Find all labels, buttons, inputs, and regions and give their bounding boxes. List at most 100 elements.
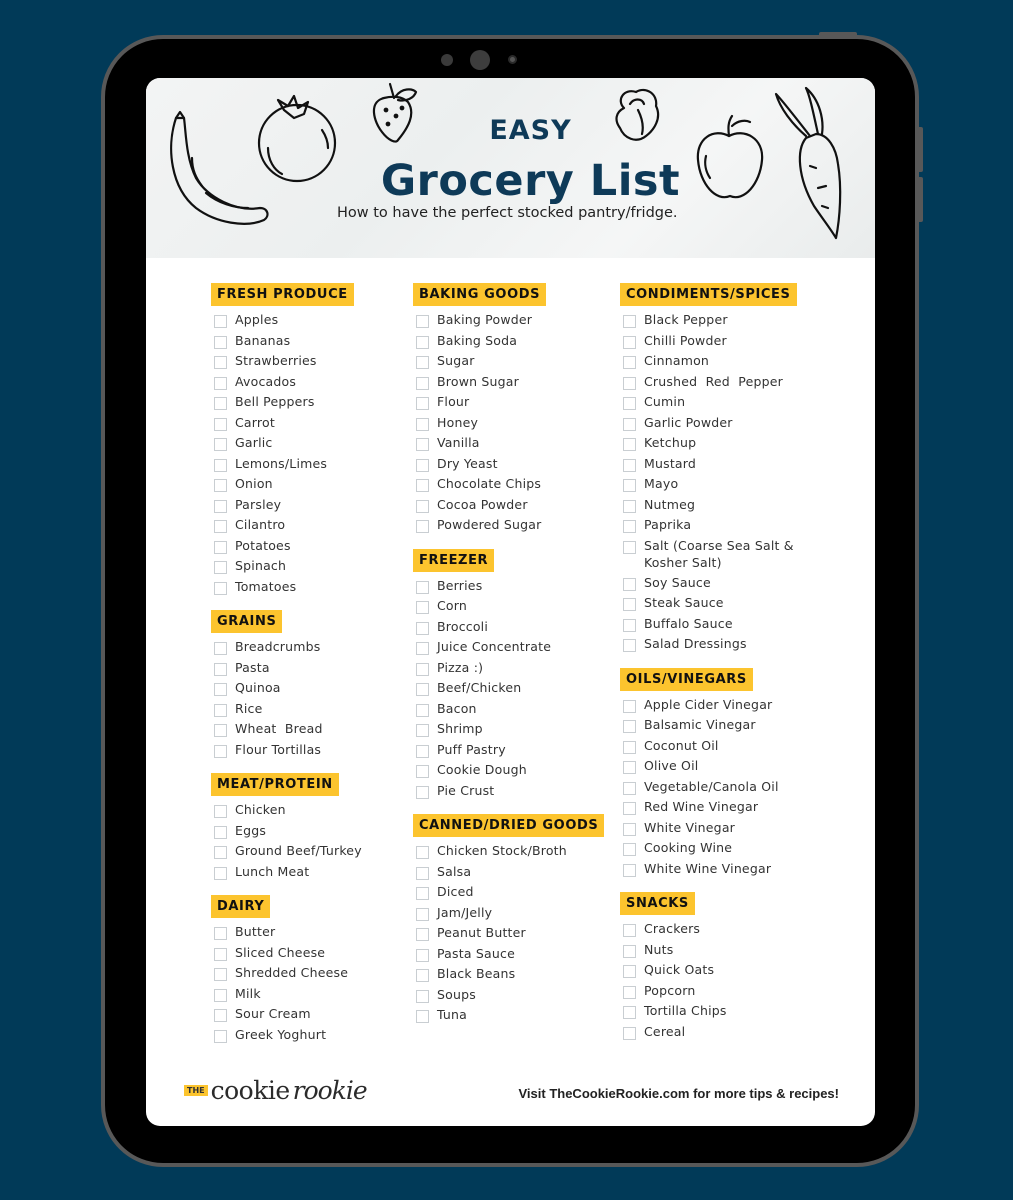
item-checkbox[interactable] [623,924,636,937]
item-label: Cumin [644,394,686,409]
item-checkbox[interactable] [623,843,636,856]
item-checkbox[interactable] [416,580,429,594]
item-checkbox[interactable] [416,315,429,328]
item-checkbox[interactable] [416,662,429,676]
item-checkbox[interactable] [623,577,636,591]
cookie-rookie-logo[interactable]: THE cookie rookie [184,1076,368,1105]
item-checkbox[interactable] [416,479,429,492]
item-checkbox[interactable] [416,907,429,921]
item-checkbox[interactable] [214,927,227,940]
item-checkbox[interactable] [416,601,429,614]
item-label: Olive Oil [644,758,699,773]
item-checkbox[interactable] [623,720,636,733]
item-checkbox[interactable] [416,744,429,758]
item-checkbox[interactable] [214,438,227,451]
item-checkbox[interactable] [214,947,227,961]
item-checkbox[interactable] [623,699,636,713]
item-checkbox[interactable] [623,740,636,754]
item-checkbox[interactable] [623,315,636,328]
item-checkbox[interactable] [214,520,227,533]
item-checkbox[interactable] [214,397,227,410]
item-checkbox[interactable] [416,948,429,962]
item-checkbox[interactable] [623,376,636,390]
item-checkbox[interactable] [623,356,636,369]
item-label: Eggs [235,822,267,838]
item-checkbox[interactable] [623,479,636,492]
item-checkbox[interactable] [623,863,636,877]
item-checkbox[interactable] [416,866,429,880]
item-checkbox[interactable] [214,376,227,390]
item-label: Popcorn [644,982,696,998]
item-checkbox[interactable] [214,642,227,655]
item-checkbox[interactable] [214,561,227,574]
item-checkbox[interactable] [416,499,429,513]
item-checkbox[interactable] [214,540,227,554]
item-checkbox[interactable] [416,417,429,431]
website-link[interactable]: Visit TheCookieRookie.com for more tips … [518,1086,839,1101]
item-checkbox[interactable] [214,315,227,328]
item-checkbox[interactable] [416,335,429,349]
item-checkbox[interactable] [416,785,429,799]
item-checkbox[interactable] [214,1009,227,1022]
item-checkbox[interactable] [416,703,429,717]
item-checkbox[interactable] [214,335,227,349]
item-checkbox[interactable] [214,479,227,492]
item-checkbox[interactable] [416,1010,429,1023]
item-checkbox[interactable] [416,438,429,451]
item-checkbox[interactable] [623,520,636,533]
item-checkbox[interactable] [623,761,636,774]
item-checkbox[interactable] [214,458,227,472]
item-checkbox[interactable] [416,989,429,1003]
item-checkbox[interactable] [623,458,636,472]
item-checkbox[interactable] [623,639,636,652]
item-checkbox[interactable] [623,438,636,451]
item-checkbox[interactable] [623,781,636,795]
item-checkbox[interactable] [416,846,429,859]
item-checkbox[interactable] [214,1029,227,1043]
item-checkbox[interactable] [416,765,429,778]
item-checkbox[interactable] [214,662,227,676]
item-checkbox[interactable] [416,376,429,390]
item-checkbox[interactable] [214,968,227,981]
item-checkbox[interactable] [416,683,429,696]
item-checkbox[interactable] [623,1006,636,1019]
item-checkbox[interactable] [416,520,429,533]
item-checkbox[interactable] [214,825,227,839]
item-checkbox[interactable] [214,805,227,818]
item-checkbox[interactable] [623,417,636,431]
item-checkbox[interactable] [623,822,636,836]
item-checkbox[interactable] [623,540,636,554]
item-checkbox[interactable] [214,988,227,1002]
item-checkbox[interactable] [416,356,429,369]
item-checkbox[interactable] [214,356,227,369]
item-checkbox[interactable] [623,965,636,978]
item-checkbox[interactable] [214,581,227,595]
item-checkbox[interactable] [623,985,636,999]
item-checkbox[interactable] [623,499,636,513]
item-checkbox[interactable] [416,887,429,900]
item-checkbox[interactable] [416,642,429,655]
item-checkbox[interactable] [623,397,636,410]
item-checkbox[interactable] [214,866,227,880]
item-checkbox[interactable] [416,458,429,472]
item-checkbox[interactable] [416,621,429,635]
list-item: Honey [413,414,604,435]
item-checkbox[interactable] [416,928,429,941]
item-checkbox[interactable] [214,499,227,513]
item-checkbox[interactable] [623,598,636,611]
item-checkbox[interactable] [623,335,636,349]
item-checkbox[interactable] [214,724,227,737]
item-checkbox[interactable] [623,1026,636,1040]
item-checkbox[interactable] [214,683,227,696]
item-checkbox[interactable] [623,618,636,632]
item-checkbox[interactable] [416,724,429,737]
item-checkbox[interactable] [214,703,227,717]
item-checkbox[interactable] [416,969,429,982]
item-checkbox[interactable] [623,944,636,958]
item-checkbox[interactable] [214,417,227,431]
section-heading: SNACKS [620,892,695,915]
item-checkbox[interactable] [214,846,227,859]
item-checkbox[interactable] [623,802,636,815]
item-checkbox[interactable] [416,397,429,410]
item-checkbox[interactable] [214,744,227,758]
